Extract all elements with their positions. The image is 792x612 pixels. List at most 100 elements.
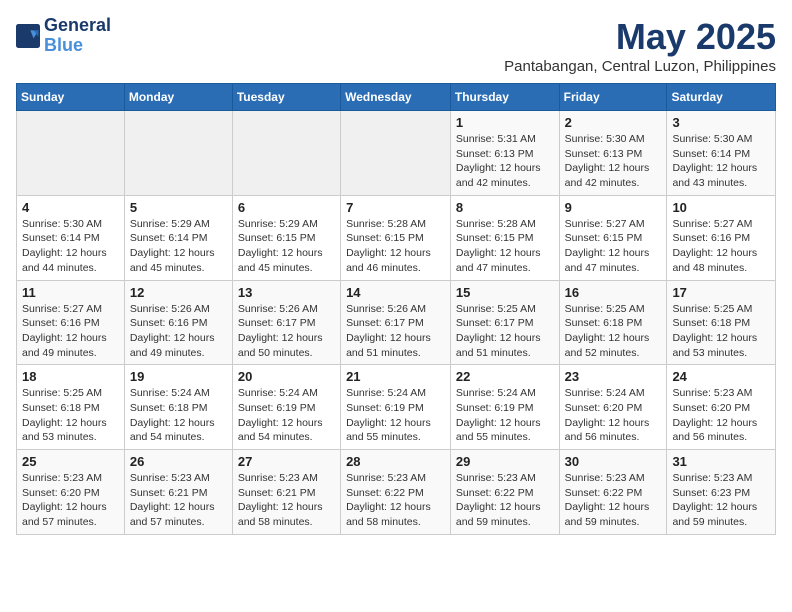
weekday-header-monday: Monday bbox=[124, 84, 232, 111]
day-number: 13 bbox=[238, 285, 335, 300]
day-info: Sunrise: 5:23 AMSunset: 6:20 PMDaylight:… bbox=[22, 471, 119, 530]
day-cell: 16 Sunrise: 5:25 AMSunset: 6:18 PMDayligh… bbox=[559, 280, 667, 365]
weekday-header-row: SundayMondayTuesdayWednesdayThursdayFrid… bbox=[17, 84, 776, 111]
day-number: 17 bbox=[672, 285, 770, 300]
day-cell: 27 Sunrise: 5:23 AMSunset: 6:21 PMDayligh… bbox=[232, 450, 340, 535]
day-cell: 24Sunrise: 5:23 AMSunset: 6:20 PMDayligh… bbox=[667, 365, 776, 450]
day-cell: 9 Sunrise: 5:27 AMSunset: 6:15 PMDaylight… bbox=[559, 195, 667, 280]
day-cell bbox=[17, 111, 125, 196]
day-info: Sunrise: 5:25 AMSunset: 6:17 PMDaylight:… bbox=[456, 302, 554, 361]
day-info: Sunrise: 5:23 AMSunset: 6:22 PMDaylight:… bbox=[456, 471, 554, 530]
day-number: 23 bbox=[565, 369, 662, 384]
day-cell: 23Sunrise: 5:24 AMSunset: 6:20 PMDayligh… bbox=[559, 365, 667, 450]
weekday-header-sunday: Sunday bbox=[17, 84, 125, 111]
day-number: 20 bbox=[238, 369, 335, 384]
day-number: 4 bbox=[22, 200, 119, 215]
day-cell: 20 Sunrise: 5:24 AMSunset: 6:19 PMDayligh… bbox=[232, 365, 340, 450]
day-info: Sunrise: 5:29 AMSunset: 6:15 PMDaylight:… bbox=[238, 217, 335, 276]
day-cell: 7Sunrise: 5:28 AMSunset: 6:15 PMDaylight… bbox=[341, 195, 451, 280]
day-info: Sunrise: 5:24 AMSunset: 6:18 PMDaylight:… bbox=[130, 386, 227, 445]
day-info: Sunrise: 5:28 AMSunset: 6:15 PMDaylight:… bbox=[456, 217, 554, 276]
day-info: Sunrise: 5:26 AMSunset: 6:17 PMDaylight:… bbox=[346, 302, 445, 361]
day-number: 5 bbox=[130, 200, 227, 215]
day-info: Sunrise: 5:23 AMSunset: 6:23 PMDaylight:… bbox=[672, 471, 770, 530]
day-cell: 22Sunrise: 5:24 AMSunset: 6:19 PMDayligh… bbox=[450, 365, 559, 450]
logo: General Blue bbox=[16, 16, 111, 56]
day-number: 28 bbox=[346, 454, 445, 469]
week-row-1: 1Sunrise: 5:31 AMSunset: 6:13 PMDaylight… bbox=[17, 111, 776, 196]
day-info: Sunrise: 5:23 AMSunset: 6:21 PMDaylight:… bbox=[238, 471, 335, 530]
day-info: Sunrise: 5:30 AMSunset: 6:14 PMDaylight:… bbox=[22, 217, 119, 276]
day-cell: 11 Sunrise: 5:27 AMSunset: 6:16 PMDayligh… bbox=[17, 280, 125, 365]
month-title: May 2025 bbox=[504, 16, 776, 58]
day-cell: 3Sunrise: 5:30 AMSunset: 6:14 PMDaylight… bbox=[667, 111, 776, 196]
day-number: 9 bbox=[565, 200, 662, 215]
day-number: 19 bbox=[130, 369, 227, 384]
weekday-header-saturday: Saturday bbox=[667, 84, 776, 111]
week-row-3: 11 Sunrise: 5:27 AMSunset: 6:16 PMDayligh… bbox=[17, 280, 776, 365]
day-number: 10 bbox=[672, 200, 770, 215]
day-info: Sunrise: 5:27 AMSunset: 6:16 PMDaylight:… bbox=[672, 217, 770, 276]
day-number: 18 bbox=[22, 369, 119, 384]
day-number: 21 bbox=[346, 369, 445, 384]
logo-text: General Blue bbox=[44, 16, 111, 56]
day-number: 27 bbox=[238, 454, 335, 469]
day-number: 11 bbox=[22, 285, 119, 300]
day-number: 30 bbox=[565, 454, 662, 469]
logo-icon bbox=[16, 24, 40, 48]
weekday-header-wednesday: Wednesday bbox=[341, 84, 451, 111]
day-cell bbox=[124, 111, 232, 196]
day-cell bbox=[232, 111, 340, 196]
day-number: 31 bbox=[672, 454, 770, 469]
day-cell: 8 Sunrise: 5:28 AMSunset: 6:15 PMDaylight… bbox=[450, 195, 559, 280]
day-cell: 21 Sunrise: 5:24 AMSunset: 6:19 PMDayligh… bbox=[341, 365, 451, 450]
day-cell: 17 Sunrise: 5:25 AMSunset: 6:18 PMDayligh… bbox=[667, 280, 776, 365]
day-number: 3 bbox=[672, 115, 770, 130]
day-cell: 4 Sunrise: 5:30 AMSunset: 6:14 PMDaylight… bbox=[17, 195, 125, 280]
weekday-header-friday: Friday bbox=[559, 84, 667, 111]
day-info: Sunrise: 5:24 AMSunset: 6:19 PMDaylight:… bbox=[238, 386, 335, 445]
logo-line2: Blue bbox=[44, 36, 111, 56]
day-number: 8 bbox=[456, 200, 554, 215]
day-cell: 1Sunrise: 5:31 AMSunset: 6:13 PMDaylight… bbox=[450, 111, 559, 196]
day-number: 15 bbox=[456, 285, 554, 300]
day-info: Sunrise: 5:25 AMSunset: 6:18 PMDaylight:… bbox=[672, 302, 770, 361]
day-cell: 6Sunrise: 5:29 AMSunset: 6:15 PMDaylight… bbox=[232, 195, 340, 280]
day-cell: 28 Sunrise: 5:23 AMSunset: 6:22 PMDayligh… bbox=[341, 450, 451, 535]
day-cell: 5 Sunrise: 5:29 AMSunset: 6:14 PMDaylight… bbox=[124, 195, 232, 280]
day-number: 1 bbox=[456, 115, 554, 130]
day-info: Sunrise: 5:25 AMSunset: 6:18 PMDaylight:… bbox=[565, 302, 662, 361]
day-info: Sunrise: 5:24 AMSunset: 6:19 PMDaylight:… bbox=[456, 386, 554, 445]
day-info: Sunrise: 5:29 AMSunset: 6:14 PMDaylight:… bbox=[130, 217, 227, 276]
day-cell: 29Sunrise: 5:23 AMSunset: 6:22 PMDayligh… bbox=[450, 450, 559, 535]
logo-line1: General bbox=[44, 16, 111, 36]
day-cell bbox=[341, 111, 451, 196]
week-row-2: 4 Sunrise: 5:30 AMSunset: 6:14 PMDaylight… bbox=[17, 195, 776, 280]
day-number: 7 bbox=[346, 200, 445, 215]
title-area: May 2025 Pantabangan, Central Luzon, Phi… bbox=[504, 16, 776, 75]
day-info: Sunrise: 5:24 AMSunset: 6:19 PMDaylight:… bbox=[346, 386, 445, 445]
day-info: Sunrise: 5:27 AMSunset: 6:16 PMDaylight:… bbox=[22, 302, 119, 361]
day-number: 16 bbox=[565, 285, 662, 300]
day-cell: 18 Sunrise: 5:25 AMSunset: 6:18 PMDayligh… bbox=[17, 365, 125, 450]
day-info: Sunrise: 5:23 AMSunset: 6:22 PMDaylight:… bbox=[565, 471, 662, 530]
day-info: Sunrise: 5:30 AMSunset: 6:13 PMDaylight:… bbox=[565, 132, 662, 191]
header: General Blue May 2025 Pantabangan, Centr… bbox=[16, 16, 776, 75]
day-info: Sunrise: 5:26 AMSunset: 6:16 PMDaylight:… bbox=[130, 302, 227, 361]
day-number: 2 bbox=[565, 115, 662, 130]
location-title: Pantabangan, Central Luzon, Philippines bbox=[504, 58, 776, 75]
day-info: Sunrise: 5:23 AMSunset: 6:21 PMDaylight:… bbox=[130, 471, 227, 530]
day-cell: 26Sunrise: 5:23 AMSunset: 6:21 PMDayligh… bbox=[124, 450, 232, 535]
day-info: Sunrise: 5:27 AMSunset: 6:15 PMDaylight:… bbox=[565, 217, 662, 276]
day-cell: 12Sunrise: 5:26 AMSunset: 6:16 PMDayligh… bbox=[124, 280, 232, 365]
day-info: Sunrise: 5:23 AMSunset: 6:22 PMDaylight:… bbox=[346, 471, 445, 530]
day-cell: 2 Sunrise: 5:30 AMSunset: 6:13 PMDaylight… bbox=[559, 111, 667, 196]
day-number: 25 bbox=[22, 454, 119, 469]
day-cell: 14Sunrise: 5:26 AMSunset: 6:17 PMDayligh… bbox=[341, 280, 451, 365]
day-cell: 15 Sunrise: 5:25 AMSunset: 6:17 PMDayligh… bbox=[450, 280, 559, 365]
weekday-header-tuesday: Tuesday bbox=[232, 84, 340, 111]
week-row-5: 25 Sunrise: 5:23 AMSunset: 6:20 PMDayligh… bbox=[17, 450, 776, 535]
day-info: Sunrise: 5:23 AMSunset: 6:20 PMDaylight:… bbox=[672, 386, 770, 445]
day-info: Sunrise: 5:25 AMSunset: 6:18 PMDaylight:… bbox=[22, 386, 119, 445]
day-cell: 31 Sunrise: 5:23 AMSunset: 6:23 PMDayligh… bbox=[667, 450, 776, 535]
